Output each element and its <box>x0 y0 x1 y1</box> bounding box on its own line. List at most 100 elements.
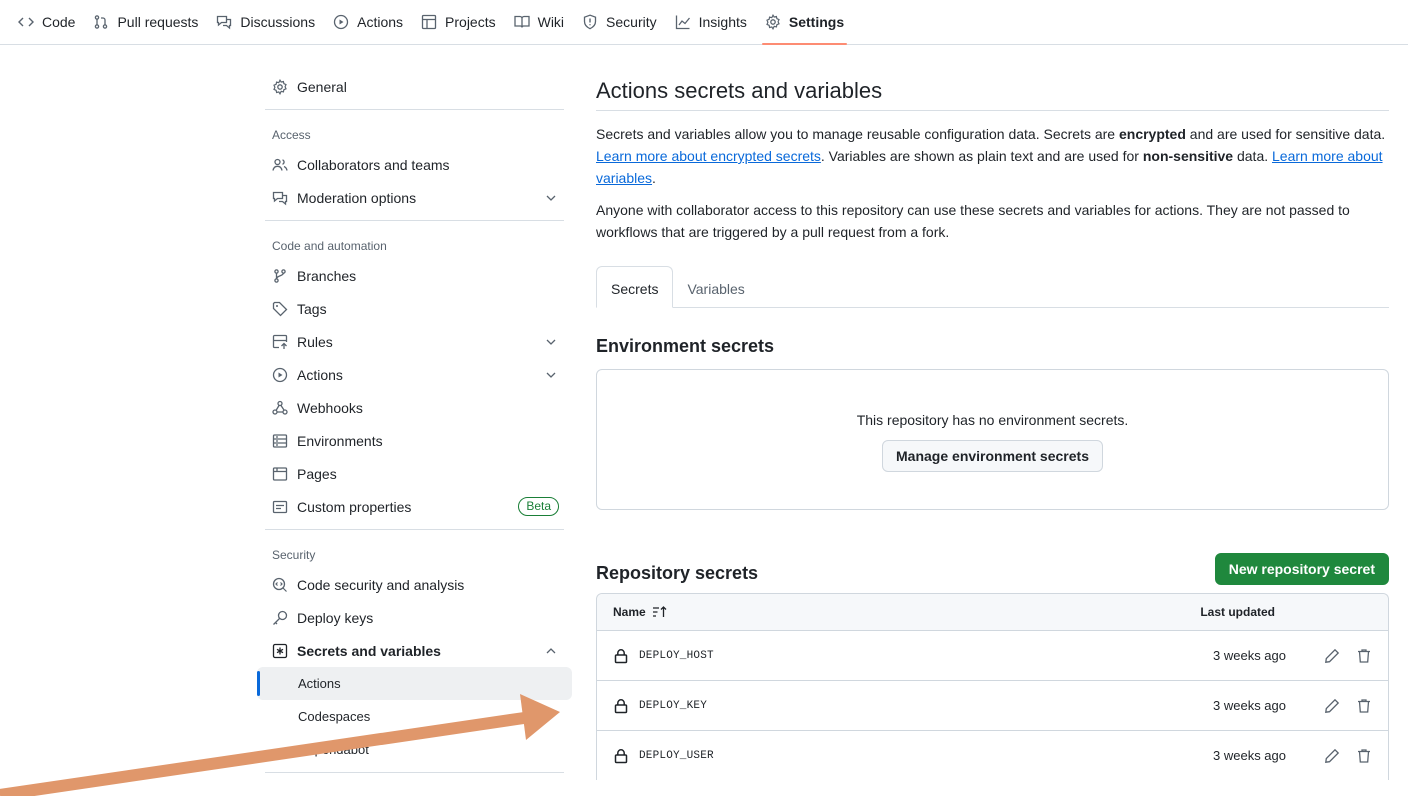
sidebar-section-access: Access <box>272 128 311 142</box>
sidebar-item-deploy-keys[interactable]: Deploy keys <box>257 601 572 634</box>
play-icon <box>272 367 288 383</box>
shield-icon <box>582 14 598 30</box>
sidebar-item-secrets-variables[interactable]: Secrets and variables <box>257 634 572 667</box>
lock-icon <box>613 698 629 714</box>
tab-settings[interactable]: Settings <box>756 0 853 45</box>
sidebar-item-label: Tags <box>297 300 327 317</box>
repo-push-icon <box>272 334 288 350</box>
codescan-icon <box>272 577 288 593</box>
repository-secrets-table: Name Last updated DEPLOY_HOST 3 weeks ag… <box>596 593 1389 780</box>
tab-insights[interactable]: Insights <box>666 0 756 44</box>
browser-icon <box>272 466 288 482</box>
sidebar-item-tags[interactable]: Tags <box>257 292 572 325</box>
sidebar-item-label: Actions <box>298 676 341 691</box>
sidebar-item-environments[interactable]: Environments <box>257 424 572 457</box>
secret-last-updated: 3 weeks ago <box>1213 698 1286 713</box>
repository-secrets-heading: Repository secrets <box>596 562 759 583</box>
sidebar-item-collaborators[interactable]: Collaborators and teams <box>257 148 572 181</box>
beta-badge: Beta <box>518 497 559 516</box>
secret-name: DEPLOY_HOST <box>639 649 714 662</box>
manage-environment-secrets-button[interactable]: Manage environment secrets <box>882 439 1103 472</box>
text: . <box>652 170 656 186</box>
tab-secrets[interactable]: Secrets <box>596 266 674 308</box>
learn-more-secrets-link[interactable]: Learn more about encrypted secrets <box>596 148 821 164</box>
tab-variables[interactable]: Variables <box>673 267 758 307</box>
note-icon <box>272 499 288 515</box>
empty-state-text: This repository has no environment secre… <box>856 411 1129 428</box>
secret-last-updated: 3 weeks ago <box>1213 748 1286 763</box>
sidebar-item-label: Code security and analysis <box>297 576 465 593</box>
pencil-icon[interactable] <box>1324 648 1340 664</box>
key-icon <box>272 610 288 626</box>
text: data. <box>1233 148 1273 164</box>
table-header: Name Last updated <box>597 594 1388 630</box>
tab-label: Actions <box>357 14 404 30</box>
sidebar-item-moderation[interactable]: Moderation options <box>257 181 572 214</box>
sidebar-item-actions[interactable]: Actions <box>257 358 572 391</box>
gear-icon <box>272 78 288 95</box>
sidebar-item-label: Pages <box>297 465 337 482</box>
tab-projects[interactable]: Projects <box>412 0 505 44</box>
sidebar-section-code-automation: Code and automation <box>272 239 387 253</box>
divider <box>265 220 564 221</box>
tab-label: Insights <box>698 14 747 30</box>
comment-discussion-icon <box>272 190 288 206</box>
sidebar-item-label: Deploy keys <box>297 609 374 626</box>
sidebar-item-label: Custom properties <box>297 498 412 515</box>
sidebar-item-webhooks[interactable]: Webhooks <box>257 391 572 424</box>
secret-last-updated: 3 weeks ago <box>1213 648 1286 663</box>
tab-pull-requests[interactable]: Pull requests <box>84 0 207 44</box>
sidebar-subitem-dependabot[interactable]: Dependabot <box>257 733 572 766</box>
text: and are used for sensitive data. <box>1185 126 1386 142</box>
gear-icon <box>765 14 781 30</box>
trash-icon[interactable] <box>1356 648 1372 664</box>
description-paragraph: Secrets and variables allow you to manag… <box>596 123 1389 189</box>
tab-actions[interactable]: Actions <box>324 0 412 44</box>
sort-asc-icon[interactable] <box>652 605 668 619</box>
table-row: DEPLOY_USER 3 weeks ago <box>597 730 1388 780</box>
trash-icon[interactable] <box>1356 748 1372 764</box>
new-repository-secret-button[interactable]: New repository secret <box>1214 553 1389 585</box>
sidebar-subitem-codespaces[interactable]: Codespaces <box>257 700 572 733</box>
graph-icon <box>675 14 691 30</box>
play-icon <box>333 14 349 30</box>
git-pull-request-icon <box>93 14 109 30</box>
tab-label: Pull requests <box>117 14 199 30</box>
text: Secrets and variables allow you to manag… <box>596 126 1119 142</box>
table-row: DEPLOY_KEY 3 weeks ago <box>597 680 1388 730</box>
sidebar-item-branches[interactable]: Branches <box>257 259 572 292</box>
main-content: Actions secrets and variables Secrets an… <box>596 70 1389 780</box>
tab-code[interactable]: Code <box>9 0 84 44</box>
chevron-down-icon <box>543 190 559 206</box>
tab-label: Wiki <box>537 14 565 30</box>
trash-icon[interactable] <box>1356 698 1372 714</box>
secret-name: DEPLOY_USER <box>639 749 714 762</box>
text: . Variables are shown as plain text and … <box>820 148 1143 164</box>
git-branch-icon <box>272 268 288 284</box>
column-header-name[interactable]: Name <box>613 605 646 619</box>
tab-discussions[interactable]: Discussions <box>207 0 324 44</box>
code-icon <box>18 14 34 30</box>
sidebar-item-general[interactable]: General <box>257 70 572 103</box>
tag-icon <box>272 301 288 317</box>
chevron-down-icon <box>543 367 559 383</box>
sidebar-item-pages[interactable]: Pages <box>257 457 572 490</box>
sidebar-item-label: Actions <box>297 366 343 383</box>
table-row: DEPLOY_HOST 3 weeks ago <box>597 630 1388 680</box>
sidebar-item-code-security[interactable]: Code security and analysis <box>257 568 572 601</box>
pencil-icon[interactable] <box>1324 698 1340 714</box>
sidebar-section-security: Security <box>272 548 316 562</box>
sidebar-item-label: Dependabot <box>298 742 369 757</box>
tab-wiki[interactable]: Wiki <box>505 0 573 44</box>
secrets-variables-tabs: Secrets Variables <box>596 266 1389 308</box>
key-asterisk-icon <box>272 643 288 659</box>
lock-icon <box>613 748 629 764</box>
sidebar-item-rules[interactable]: Rules <box>257 325 572 358</box>
settings-sidebar: General Access Collaborators and teams M… <box>257 70 572 779</box>
tab-security[interactable]: Security <box>573 0 666 44</box>
sidebar-subitem-actions[interactable]: Actions <box>257 667 572 700</box>
pencil-icon[interactable] <box>1324 748 1340 764</box>
chevron-down-icon <box>543 334 559 350</box>
lock-icon <box>613 648 629 664</box>
sidebar-item-custom-properties[interactable]: Custom properties Beta <box>257 490 572 523</box>
